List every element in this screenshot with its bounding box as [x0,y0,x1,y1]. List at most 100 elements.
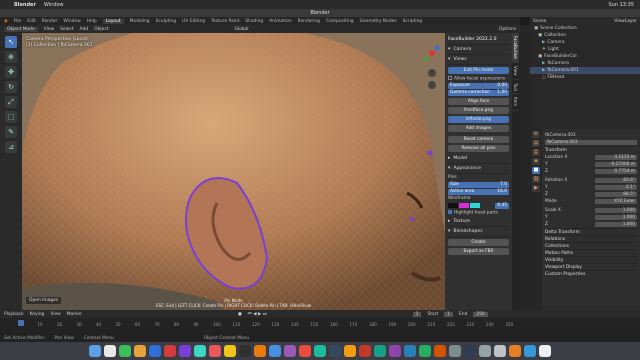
allow-expressions-row[interactable]: Allow facial expressions [448,76,509,82]
blender-logo-icon[interactable]: ◉ [4,19,8,24]
end-field[interactable]: 250 [473,311,488,317]
annotate-tool-icon[interactable]: ✎ [5,126,17,138]
dock-app-icon[interactable] [524,345,536,357]
transform-section[interactable]: Transform [545,146,637,153]
tab-geometry-nodes[interactable]: Geometry Nodes [360,19,397,24]
appearance-section[interactable]: ▾ Appearance [448,164,509,174]
location-x-field[interactable]: 4.1115 m [595,154,637,160]
export-fbx-button[interactable]: Export as FBX [448,248,509,255]
blendshapes-section[interactable]: ▾ Blendshapes [448,227,509,237]
scale-tool-icon[interactable]: ⤢ [5,96,17,108]
dock-app-icon[interactable] [224,345,236,357]
exit-pin-mode-button[interactable]: Exit Pin mode [448,67,509,74]
checkbox[interactable] [448,76,452,80]
rotate-tool-icon[interactable]: ↻ [5,81,17,93]
dock-app-icon[interactable] [194,345,206,357]
tab-rendering[interactable]: Rendering [298,19,320,24]
active-area-field[interactable]: Active area 16.0 [448,189,509,195]
rotation-mode-dropdown[interactable]: XYZ Euler [595,198,637,204]
dock-app-icon[interactable] [89,345,101,357]
options-button[interactable]: Options [499,27,516,32]
dock-app-icon[interactable] [434,345,446,357]
custom-properties-section[interactable]: Custom Properties [545,270,637,277]
tab-shading[interactable]: Shading [245,19,263,24]
playhead[interactable] [18,320,24,326]
tab-modeling[interactable]: Modeling [130,19,150,24]
timeline-ruler[interactable]: 0102030405060708090100110120130140150160… [0,318,640,334]
scale-y-field[interactable]: 1.000 [595,214,637,220]
menu-view[interactable]: View [44,27,54,32]
marker-menu[interactable]: Marker [67,312,82,317]
tab-animation[interactable]: Animation [269,19,291,24]
dock-app-icon[interactable] [479,345,491,357]
dock-app-icon[interactable] [344,345,356,357]
dock-app-icon[interactable] [134,345,146,357]
scene-icon[interactable]: ◈ [532,158,540,165]
reset-camera-button[interactable]: Reset camera [448,136,509,143]
menu-edit[interactable]: Edit [27,19,36,24]
dock-app-icon[interactable] [374,345,386,357]
outliner-item[interactable]: △ FBHead [530,74,640,81]
object-icon[interactable]: ■ [532,167,540,174]
view-layer-selector[interactable]: ViewLayer [614,19,637,24]
dock-app-icon[interactable] [254,345,266,357]
menu-object[interactable]: Object [94,27,108,32]
dock-app-icon[interactable] [539,345,551,357]
camera-section[interactable]: ▾ Camera [448,45,509,55]
outliner-item[interactable]: ▶ Camera [530,39,640,46]
menu-help[interactable]: Help [87,19,97,24]
dock-app-icon[interactable] [269,345,281,357]
create-button[interactable]: Create [448,239,509,246]
playback-menu[interactable]: Playback [4,312,24,317]
gamma-field[interactable]: Gamma correction 1.00 [448,90,509,96]
dock-app-icon[interactable] [419,345,431,357]
highlight-row[interactable]: Highlight head parts [448,210,509,216]
wire-opacity-field[interactable]: 0.45 [495,203,509,209]
record-icon[interactable]: ● [238,312,242,317]
rotation-z-field[interactable]: 88.5° [595,191,637,197]
model-section[interactable]: ▸ Model [448,154,509,164]
render-icon[interactable]: ▤ [532,140,540,147]
pin-size-field[interactable]: Size 7.0 [448,182,509,188]
mode-dropdown[interactable]: Object Mode [4,26,38,32]
location-z-field[interactable]: 0.7754 m [595,168,637,174]
motion-paths-section[interactable]: Motion Paths [545,249,637,256]
object-name-field[interactable]: fbCamera.003 [545,139,637,145]
dock-app-icon[interactable] [314,345,326,357]
scene-selector[interactable]: Scene [533,19,546,24]
tab-uv-editing[interactable]: UV Editing [182,19,205,24]
scale-x-field[interactable]: 1.000 [595,207,637,213]
tab-sculpting[interactable]: Sculpting [156,19,177,24]
menu-window[interactable]: Window [63,19,80,24]
dock-app-icon[interactable] [209,345,221,357]
dock-app-icon[interactable] [329,345,341,357]
menu-render[interactable]: Render [42,19,58,24]
dock-app-icon[interactable] [464,345,476,357]
visibility-section[interactable]: Visibility [545,256,637,263]
move-tool-icon[interactable]: ✥ [5,66,17,78]
app-menu[interactable]: Blender [14,2,36,8]
dock-app-icon[interactable] [284,345,296,357]
dock-app-icon[interactable] [164,345,176,357]
relations-section[interactable]: Relations [545,235,637,242]
dock-app-icon[interactable] [404,345,416,357]
checkbox[interactable] [448,210,452,214]
view-menu[interactable]: View [50,312,60,317]
transform-tool-icon[interactable]: ⬚ [5,111,17,123]
exposure-field[interactable]: Exposure 0.00 [448,83,509,89]
dock-app-icon[interactable] [149,345,161,357]
dock-app-icon[interactable] [179,345,191,357]
location-y-field[interactable]: -0.27006 m [595,161,637,167]
cursor-tool-icon[interactable]: ⊕ [5,51,17,63]
outliner-item[interactable]: ▣ FaceBuilderCol [530,53,640,60]
rotation-y-field[interactable]: 0.1° [595,184,637,190]
tab-texture-paint[interactable]: Texture Paint [211,19,239,24]
menu-file[interactable]: File [14,19,21,24]
views-section[interactable]: ▾ Views [448,55,509,65]
dock-app-icon[interactable] [119,345,131,357]
dock-app-icon[interactable] [239,345,251,357]
tool-icon[interactable]: ⚙ [532,131,540,138]
outliner-item[interactable]: ▣ Scene Collection [530,25,640,32]
tab-scripting[interactable]: Scripting [403,19,423,24]
dock-app-icon[interactable] [359,345,371,357]
